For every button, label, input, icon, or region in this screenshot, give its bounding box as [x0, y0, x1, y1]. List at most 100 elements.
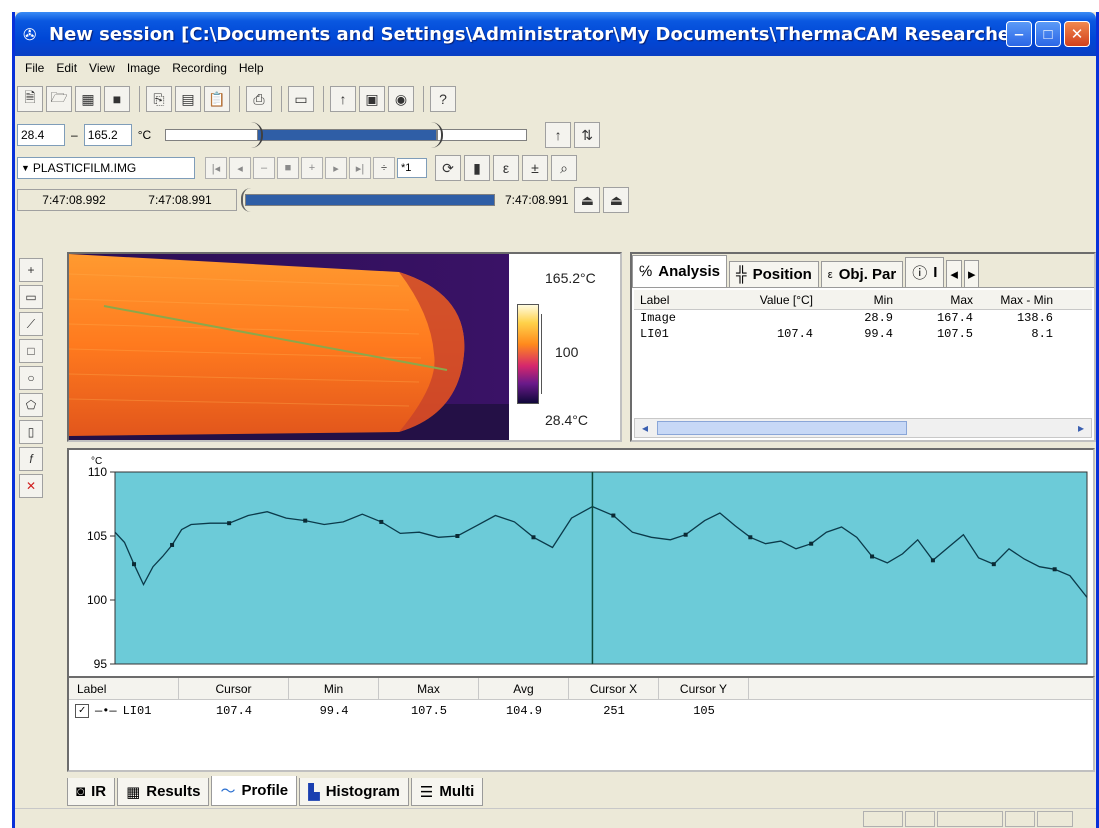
formula-tool-icon[interactable]: f [19, 447, 43, 471]
box-tool-icon[interactable]: □ [19, 339, 43, 363]
save-icon[interactable]: ■ [104, 86, 130, 112]
time-slider-thumb[interactable] [241, 188, 251, 212]
rewind-icon[interactable]: – [253, 157, 275, 179]
paste-icon[interactable]: 📋 [204, 86, 230, 112]
spot-tool-icon[interactable]: + [19, 258, 43, 282]
delete-tool-icon[interactable]: ✕ [19, 474, 43, 498]
tab-profile[interactable]: 〜 Profile [211, 776, 298, 806]
menu-view[interactable]: View [89, 61, 115, 75]
col-min[interactable]: Min [819, 293, 899, 307]
analysis-hscrollbar[interactable]: ◂ ▸ [634, 418, 1092, 438]
col-max[interactable]: Max [379, 678, 479, 699]
adjust-icon[interactable]: ± [522, 155, 548, 181]
tab-results[interactable]: ▦ Results [117, 778, 210, 806]
maximize-button[interactable]: □ [1035, 21, 1061, 47]
separator [281, 86, 282, 112]
circle-tool-icon[interactable]: ○ [19, 366, 43, 390]
range-min-input[interactable]: 28.4 [17, 124, 65, 146]
speed-input[interactable]: *1 [397, 158, 427, 178]
palette-icon[interactable]: ◉ [388, 86, 414, 112]
table-row[interactable]: LI01 107.4 99.4 107.5 8.1 [634, 326, 1092, 342]
menu-file[interactable]: File [25, 61, 44, 75]
menu-edit[interactable]: Edit [56, 61, 77, 75]
area-spot-icon[interactable]: ▭ [19, 285, 43, 309]
time-slider[interactable] [237, 185, 499, 215]
plot-area [114, 471, 1088, 665]
col-label[interactable]: Label [634, 293, 704, 307]
prev-frame-icon[interactable]: ◂ [229, 157, 251, 179]
col-cursor-x[interactable]: Cursor X [569, 678, 659, 699]
stop-icon[interactable]: ■ [277, 157, 299, 179]
help-icon[interactable]: ? [430, 86, 456, 112]
slider-min-thumb[interactable] [249, 122, 264, 148]
scroll-right-icon[interactable]: ▸ [1071, 419, 1091, 437]
col-avg[interactable]: Avg [479, 678, 569, 699]
copy-image-icon[interactable]: ▤ [175, 86, 201, 112]
open-image-icon[interactable]: ▦ [75, 86, 101, 112]
col-cursor[interactable]: Cursor [179, 678, 289, 699]
menu-recording[interactable]: Recording [172, 61, 227, 75]
mark-start-icon[interactable]: ⏏ [574, 187, 601, 213]
first-frame-icon[interactable]: |◂ [205, 157, 227, 179]
row-visibility-checkbox[interactable]: ✓ [75, 704, 89, 718]
col-max-min[interactable]: Max - Min [979, 293, 1059, 307]
auto-adjust-icon[interactable]: ↑ [330, 86, 356, 112]
mark-end-icon[interactable]: ⏏ [603, 187, 630, 213]
ir-thermal-image[interactable] [69, 254, 509, 440]
title-bar[interactable]: ✇ New session [C:\Documents and Settings… [15, 12, 1096, 56]
table-row[interactable]: Image 28.9 167.4 138.6 [634, 310, 1092, 326]
polygon-tool-icon[interactable]: ⬠ [19, 393, 43, 417]
col-cursor-y[interactable]: Cursor Y [659, 678, 749, 699]
print-icon[interactable]: ⎙ [246, 86, 272, 112]
next-frame-icon[interactable]: ▸ [325, 157, 347, 179]
camera-icon[interactable]: ▭ [288, 86, 314, 112]
close-button[interactable]: ✕ [1064, 21, 1090, 47]
analysis-tabs: ℅ Analysis ╬ Position ε Obj. Par ⓘ I ◂ ▸ [632, 254, 1094, 288]
scroll-left-icon[interactable]: ◂ [635, 419, 655, 437]
scroll-thumb[interactable] [657, 421, 907, 435]
file-select[interactable]: ▼ PLASTICFILM.IMG [17, 157, 195, 179]
forward-icon[interactable]: + [301, 157, 323, 179]
col-max[interactable]: Max [899, 293, 979, 307]
zoom-icon[interactable]: ⌕ [551, 155, 577, 181]
row-label: Image [640, 311, 677, 325]
menu-image[interactable]: Image [127, 61, 160, 75]
tab-histogram[interactable]: ▙ Histogram [299, 778, 409, 806]
record-icon[interactable]: ▮ [464, 155, 490, 181]
row-label: LI01 [640, 327, 669, 341]
speed-stepper-icon[interactable]: ÷ [373, 157, 395, 179]
col-value[interactable]: Value [°C] [704, 293, 819, 307]
y-tick-label: 95 [94, 657, 108, 671]
tab-info[interactable]: ⓘ I [905, 257, 945, 287]
col-label[interactable]: Label [69, 678, 179, 699]
separator [239, 86, 240, 112]
settings-icon[interactable]: ▣ [359, 86, 385, 112]
tab-info-label: I [933, 264, 938, 281]
table-row[interactable]: ✓ —•— LI01 107.4 99.4 107.5 104.9 251 10… [69, 700, 1093, 722]
open-folder-icon[interactable]: 🗁 [46, 86, 72, 112]
isotherm-tool-icon[interactable]: ▯ [19, 420, 43, 444]
tab-position[interactable]: ╬ Position [728, 261, 819, 287]
range-max-input[interactable]: 165.2 [83, 124, 132, 146]
emissivity-icon[interactable]: ε [493, 155, 519, 181]
time-bar: 7:47:08.992 7:47:08.991 7:47:08.991 ⏏ ⏏ [17, 184, 632, 216]
tab-scroll-right-icon[interactable]: ▸ [963, 260, 980, 287]
last-frame-icon[interactable]: ▸| [349, 157, 371, 179]
profile-chart[interactable]: °C 11010510095 [69, 450, 1093, 676]
col-min[interactable]: Min [289, 678, 379, 699]
minimize-button[interactable]: ‒ [1006, 21, 1032, 47]
range-slider[interactable] [157, 120, 537, 150]
swap-range-icon[interactable]: ⇅ [574, 122, 601, 148]
tab-ir[interactable]: ◙ IR [67, 778, 116, 806]
tab-analysis[interactable]: ℅ Analysis [632, 255, 727, 287]
slider-max-thumb[interactable] [429, 122, 444, 148]
tab-scroll-left-icon[interactable]: ◂ [946, 260, 962, 287]
loop-icon[interactable]: ⟳ [435, 155, 461, 181]
copy-icon[interactable]: ⎘ [146, 86, 172, 112]
line-tool-icon[interactable]: ⟋ [19, 312, 43, 336]
tab-multi[interactable]: ☰ Multi [410, 778, 484, 806]
menu-help[interactable]: Help [239, 61, 264, 75]
auto-range-icon[interactable]: ↑ [545, 122, 572, 148]
tab-obj-par[interactable]: ε Obj. Par [820, 261, 904, 287]
new-icon[interactable]: 🗎 [17, 86, 43, 112]
